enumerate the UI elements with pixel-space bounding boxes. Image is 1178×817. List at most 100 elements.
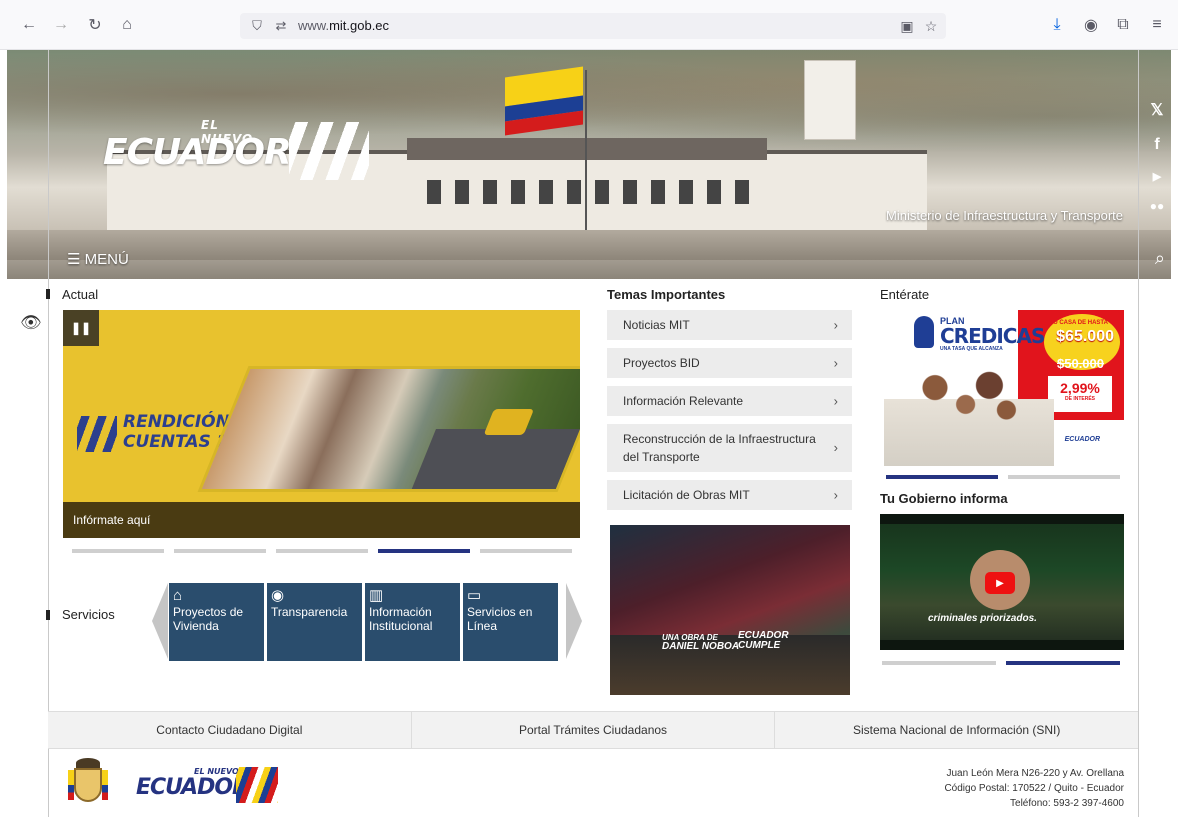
- gobierno-video[interactable]: ▶ criminales priorizados.: [880, 514, 1124, 650]
- family-photo: [884, 354, 1054, 466]
- bookmark-star-icon[interactable]: ☆: [920, 15, 942, 37]
- carousel-indicator-active[interactable]: [1006, 661, 1120, 665]
- video-caption: criminales priorizados.: [928, 613, 1037, 624]
- forward-icon[interactable]: →: [50, 14, 72, 36]
- extensions-icon[interactable]: ⧉: [1112, 14, 1134, 36]
- account-icon[interactable]: ◉: [1080, 14, 1102, 36]
- url-bar[interactable]: ⛉ ⇄ www.mit.gob.ec ▣ ☆: [240, 13, 946, 39]
- section-title-enterate: Entérate: [880, 287, 930, 302]
- ministry-name: Ministerio de Infraestructura y Transpor…: [886, 208, 1123, 223]
- news-carousel[interactable]: ❚❚ RENDICIÓN DE CUENTAS 2025 Infórmate a…: [63, 310, 580, 538]
- content-border-left: [48, 50, 49, 817]
- address-line: Juan León Mera N26-220 y Av. Orellana: [946, 768, 1124, 779]
- permissions-icon[interactable]: ⇄: [270, 15, 292, 37]
- rate-value: 2,99%: [1060, 380, 1100, 396]
- carousel-indicator[interactable]: [276, 549, 368, 553]
- content-border-right: [1138, 50, 1139, 817]
- road-photo: [409, 429, 580, 492]
- carousel-indicator[interactable]: [882, 661, 996, 665]
- plan-credicasa-banner[interactable]: PLAN CREDICASA UNA TASA QUE ALCANZA TU C…: [880, 310, 1124, 466]
- service-label: Proyectos de Vivienda: [173, 605, 244, 633]
- back-icon[interactable]: ←: [18, 14, 40, 36]
- service-servicios-en-linea[interactable]: ▭ Servicios en Línea: [463, 583, 558, 661]
- section-title-actual: Actual: [62, 287, 99, 302]
- palace-roof: [407, 138, 767, 160]
- chevron-right-icon: ›: [833, 317, 838, 333]
- rate-label: DE INTERÉS: [1064, 396, 1095, 402]
- home-icon[interactable]: ⌂: [116, 14, 138, 36]
- carousel-indicator[interactable]: [1008, 475, 1120, 479]
- service-proyectos-vivienda[interactable]: ⌂ Proyectos de Vivienda: [169, 583, 264, 661]
- buildings-icon: ▥: [369, 587, 384, 604]
- topic-label: Noticias MIT: [623, 318, 690, 332]
- reader-icon[interactable]: ▣: [896, 15, 918, 37]
- services-list: ⌂ Proyectos de Vivienda ◉ Transparencia …: [169, 583, 558, 661]
- carousel-indicator[interactable]: [72, 549, 164, 553]
- burst-amount: $65.000: [1056, 328, 1114, 345]
- topic-label: Proyectos BID: [623, 356, 700, 370]
- service-informacion-institucional[interactable]: ▥ Información Institucional: [365, 583, 460, 661]
- services-next-arrow[interactable]: [566, 583, 582, 659]
- footer-address: Juan León Mera N26-220 y Av. Orellana Có…: [944, 766, 1124, 811]
- old-amount: $50.000: [1057, 356, 1104, 371]
- carousel-indicator-active[interactable]: [886, 475, 998, 479]
- brand-big-text: ECUADOR: [103, 132, 292, 173]
- youtube-icon[interactable]: ▶: [1153, 170, 1161, 183]
- carousel-caption[interactable]: Infórmate aquí: [63, 502, 580, 538]
- search-icon[interactable]: ⌕: [1155, 248, 1165, 269]
- carousel-indicator[interactable]: [480, 549, 572, 553]
- topic-informacion-relevante[interactable]: Información Relevante ›: [607, 386, 852, 416]
- pause-button[interactable]: ❚❚: [63, 310, 99, 346]
- topic-label: Reconstrucción de la Infraestructura del…: [623, 432, 816, 464]
- topic-noticias[interactable]: Noticias MIT ›: [607, 310, 852, 340]
- url-text[interactable]: www.mit.gob.ec: [298, 18, 389, 33]
- topic-label: Información Relevante: [623, 394, 744, 408]
- hero-banner: EL NUEVO ECUADOR Ministerio de Infraestr…: [7, 50, 1171, 279]
- menu-button[interactable]: ☰ MENÚ: [67, 250, 129, 268]
- carousel-indicator[interactable]: [174, 549, 266, 553]
- footer-links: Contacto Ciudadano Digital Portal Trámit…: [48, 711, 1138, 749]
- monitor-icon: ▭: [467, 587, 482, 604]
- flickr-icon[interactable]: ●●: [1150, 199, 1165, 213]
- facebook-icon[interactable]: f: [1154, 136, 1159, 154]
- flag-pole: [585, 70, 587, 230]
- address-line: Teléfono: 593-2 397-4600: [1010, 798, 1124, 809]
- menu-icon[interactable]: ≡: [1146, 14, 1168, 36]
- service-transparencia[interactable]: ◉ Transparencia: [267, 583, 362, 661]
- download-icon[interactable]: ⤓: [1046, 14, 1068, 36]
- topic-reconstruccion[interactable]: Reconstrucción de la Infraestructura del…: [607, 424, 852, 472]
- house-icon: ⌂: [173, 587, 183, 604]
- rendicion-bars: [77, 416, 117, 452]
- footer-link-sni[interactable]: Sistema Nacional de Información (SNI): [775, 712, 1138, 748]
- menu-label: MENÚ: [84, 251, 129, 268]
- key-icon: [914, 316, 934, 348]
- reload-icon[interactable]: ↻: [84, 14, 106, 36]
- play-icon[interactable]: ▶: [985, 572, 1015, 594]
- service-label: Servicios en Línea: [467, 605, 533, 633]
- section-title-temas: Temas Importantes: [607, 287, 726, 302]
- chevron-right-icon: ›: [833, 487, 838, 503]
- topic-licitacion[interactable]: Licitación de Obras MIT ›: [607, 480, 852, 510]
- carousel-indicator-active[interactable]: [378, 549, 470, 553]
- chevron-right-icon: ›: [833, 355, 838, 371]
- eye-icon[interactable]: 👁: [20, 313, 42, 333]
- topic-proyectos-bid[interactable]: Proyectos BID ›: [607, 348, 852, 378]
- shield-icon[interactable]: ⛉: [246, 15, 268, 37]
- ecuador-flag: [505, 66, 583, 136]
- footer-link-tramites[interactable]: Portal Trámites Ciudadanos: [412, 712, 776, 748]
- services-prev-arrow[interactable]: [152, 583, 168, 659]
- carousel-indicators: [72, 549, 572, 553]
- clock-tower: [804, 60, 856, 140]
- caption-text: Infórmate aquí: [73, 513, 151, 527]
- gobierno-indicators: [882, 661, 1120, 665]
- enterate-indicators: [886, 475, 1120, 479]
- palace-arches: [427, 180, 757, 204]
- ecuador-cumple-logo: ECUADOR CUMPLE: [738, 630, 789, 651]
- footer-logo-big: ECUADOR: [136, 775, 249, 800]
- burst-pretext: TU CASA DE HASTA: [1049, 320, 1108, 326]
- train-video[interactable]: UNA OBRA DE DANIEL NOBOA ECUADOR CUMPLE: [610, 525, 850, 695]
- section-marker: [46, 289, 50, 299]
- footer-link-contacto[interactable]: Contacto Ciudadano Digital: [48, 712, 412, 748]
- browser-toolbar: ← → ↻ ⌂ ⛉ ⇄ www.mit.gob.ec ▣ ☆ ⤓ ◉ ⧉ ≡: [0, 0, 1178, 50]
- x-icon[interactable]: 𝕏: [1151, 100, 1164, 120]
